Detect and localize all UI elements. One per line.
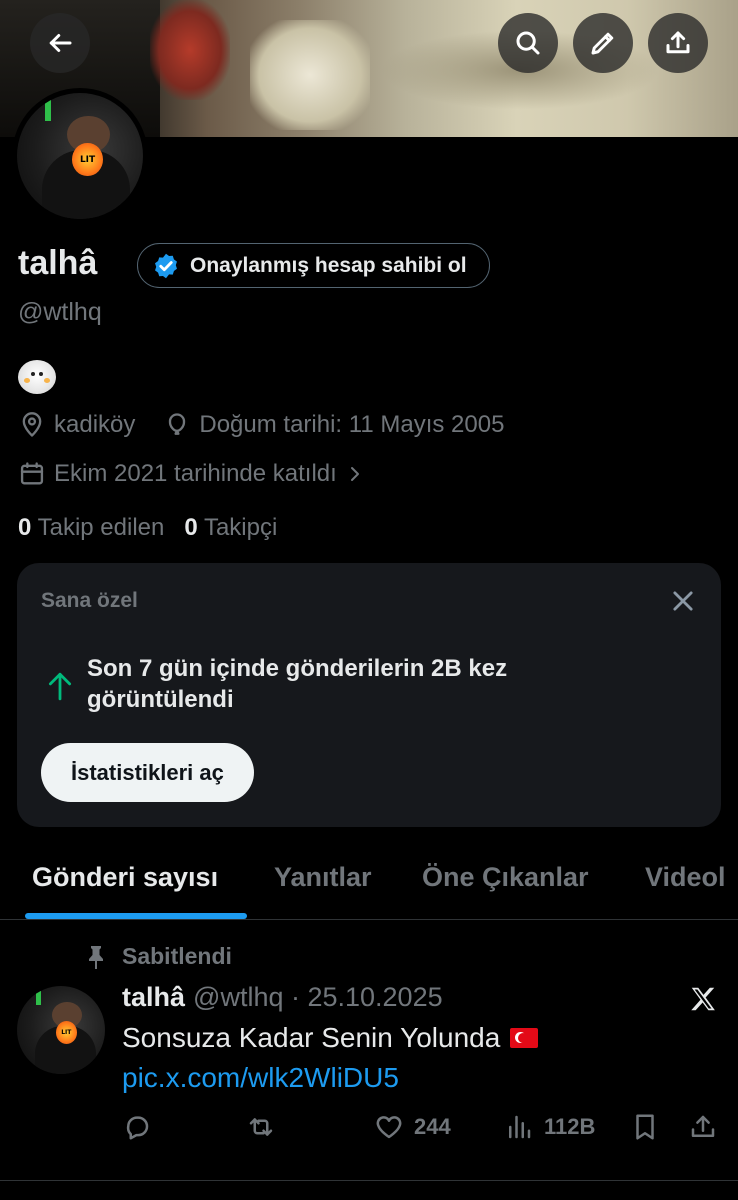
profile-tabs: Gönderi sayısı Yanıtlar Öne Çıkanlar Vid… (0, 840, 738, 920)
pin-icon (89, 945, 103, 969)
bookmark-icon (636, 1114, 654, 1140)
lit-sticker-icon: LIT (72, 143, 103, 177)
card-title: Sana özel (41, 589, 138, 612)
arrow-up-icon (48, 672, 72, 701)
view-count: 112B (544, 1114, 596, 1139)
post-handle-date[interactable]: @wtlhq · 25.10.2025 (193, 982, 443, 1013)
get-verified-label: Onaylanmış hesap sahibi ol (190, 253, 467, 277)
get-verified-button[interactable]: Onaylanmış hesap sahibi ol (137, 243, 490, 288)
bookmark-button[interactable] (630, 1112, 660, 1142)
share-post-button[interactable] (688, 1112, 718, 1142)
analytics-bars-icon (509, 1115, 531, 1139)
profile-birthday: Doğum tarihi: 11 Mayıs 2005 (199, 411, 505, 438)
following-label: Takip edilen (37, 514, 165, 541)
post-avatar[interactable]: LIT (17, 986, 105, 1074)
profile-location: kadiköy (54, 411, 136, 438)
pinned-indicator: Sabitlendi (86, 943, 232, 970)
joined-date-link[interactable]: Ekim 2021 tarihinde katıldı (18, 460, 375, 488)
back-button[interactable] (30, 13, 90, 73)
turkey-flag-icon (510, 1028, 539, 1048)
bio-emoji-icon (18, 360, 56, 394)
lit-sticker-icon: LIT (55, 1021, 77, 1045)
like-button[interactable]: 244 (374, 1112, 451, 1142)
views-button[interactable]: 112B (504, 1112, 595, 1142)
reply-icon (126, 1116, 149, 1140)
post-header: talhâ @wtlhq · 25.10.2025 (122, 982, 443, 1013)
tab-videos[interactable]: Videol (645, 862, 726, 893)
search-button[interactable] (498, 13, 558, 73)
post-actions: 244 112B (122, 1112, 722, 1148)
share-icon (691, 1115, 715, 1137)
followers-link[interactable]: 0 Takipçi (184, 514, 277, 542)
profile-avatar[interactable]: LIT (12, 88, 148, 224)
card-message: Son 7 gün içinde gönderilerin 2B kez gör… (87, 655, 508, 713)
verified-badge-icon (155, 253, 177, 278)
x-logo-icon (691, 987, 715, 1011)
search-icon (516, 31, 540, 55)
edit-profile-button[interactable] (573, 13, 633, 73)
followers-label: Takipçi (203, 514, 278, 541)
tab-replies[interactable]: Yanıtlar (274, 862, 372, 893)
post-author-name[interactable]: talhâ (122, 982, 185, 1013)
pinned-label: Sabitlendi (122, 943, 232, 969)
followers-count: 0 (184, 514, 198, 541)
repost-icon (249, 1118, 273, 1136)
share-icon (666, 31, 690, 54)
post-media-link[interactable]: pic.x.com/wlk2WliDU5 (122, 1062, 399, 1094)
balloon-icon (169, 413, 186, 435)
post-text: Sonsuza Kadar Senin Yolunda (122, 1022, 539, 1054)
location-pin-icon (22, 412, 42, 437)
heart-icon (376, 1116, 402, 1139)
chevron-right-icon (350, 467, 359, 481)
close-icon (673, 591, 693, 611)
for-you-card: Sana özel Son 7 gün içinde gönderilerin … (17, 563, 721, 827)
tab-posts[interactable]: Gönderi sayısı (32, 862, 218, 893)
following-count: 0 (18, 514, 32, 541)
post-body: Sonsuza Kadar Senin Yolunda (122, 1022, 501, 1053)
profile-joined: Ekim 2021 tarihinde katıldı (54, 460, 337, 487)
back-arrow-icon (49, 34, 72, 52)
open-analytics-button[interactable]: İstatistikleri aç (41, 743, 254, 802)
calendar-icon (20, 462, 44, 485)
active-tab-indicator (25, 913, 247, 919)
share-button[interactable] (648, 13, 708, 73)
profile-name: talhâ (18, 244, 98, 282)
profile-handle: @wtlhq (18, 298, 102, 326)
reply-button[interactable] (122, 1112, 152, 1142)
like-count: 244 (414, 1114, 451, 1139)
tab-highlights[interactable]: Öne Çıkanlar (422, 862, 589, 893)
card-close-button[interactable] (669, 587, 697, 615)
pencil-icon (591, 32, 614, 55)
divider (0, 1180, 738, 1181)
repost-button[interactable] (246, 1112, 276, 1142)
following-link[interactable]: 0 Takip edilen (18, 514, 164, 542)
